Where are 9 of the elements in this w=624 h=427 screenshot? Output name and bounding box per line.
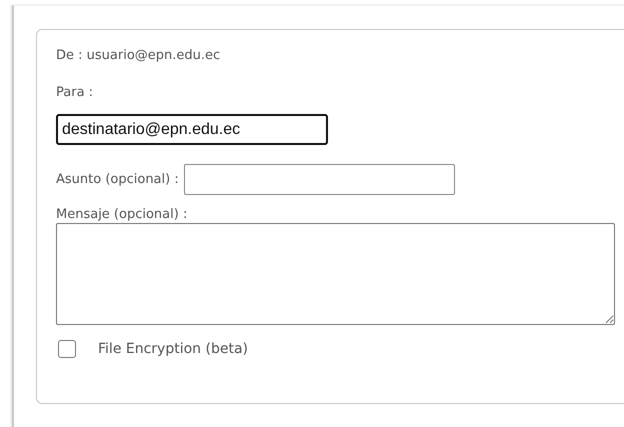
- sender-text: De : usuario@epn.edu.ec: [56, 48, 222, 64]
- encryption-checkbox[interactable]: [58, 340, 76, 358]
- recipient-label: Para :: [56, 85, 94, 101]
- subject-label: Asunto (opcional) :: [56, 172, 179, 188]
- encryption-label: File Encryption (beta): [98, 341, 248, 357]
- subject-field[interactable]: [184, 164, 455, 195]
- message-field[interactable]: [56, 223, 615, 325]
- message-label: Mensaje (opcional) :: [56, 207, 188, 223]
- recipient-field[interactable]: destinatario@epn.edu.ec: [56, 114, 328, 145]
